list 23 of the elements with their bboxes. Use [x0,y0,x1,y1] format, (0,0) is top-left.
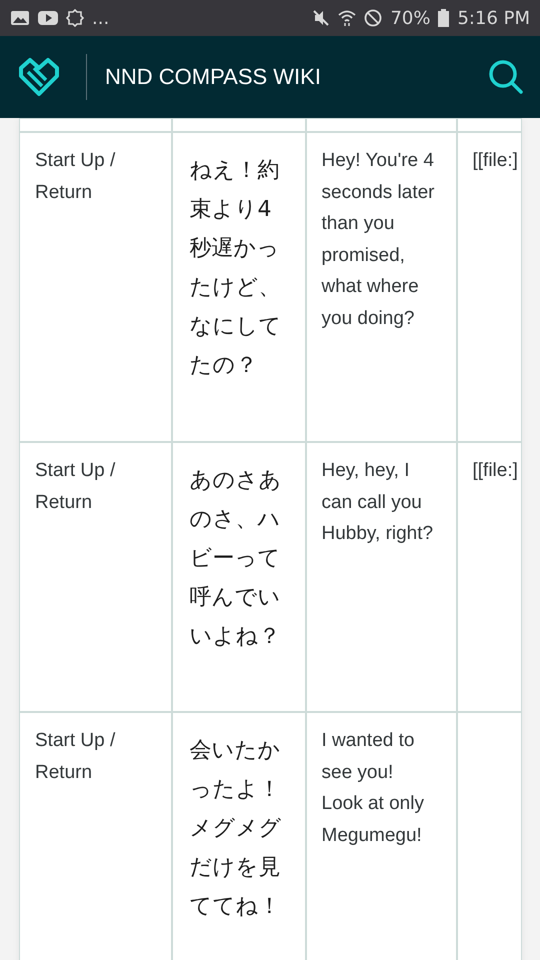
english-line-cell-text: I wanted to see you! Look at only Megumegu! [322,729,425,848]
japanese-line-cell-text: あのさあのさ、ハビーって呼んでいいよね？ [190,467,282,651]
play-icon [38,10,58,26]
clock: 5:16 PM [457,8,530,28]
heart-logo-icon [18,56,60,98]
trigger-cell-text: Start Up / Return [35,459,116,514]
battery-icon [438,9,450,27]
file-cell-text: [[file:] [472,149,519,173]
wifi-icon [338,9,356,27]
japanese-line-cell-text: ねえ！約束より4秒遅かったけど、なにしてたの？ [190,157,282,380]
mute-icon [312,9,330,27]
notification-overflow: ... [92,8,110,28]
site-title: NND COMPASS WIKI [105,64,322,90]
block-icon [364,9,382,27]
english-line-cell-text: Hey! You're 4 seconds later than you promised, what where you doing? [322,149,436,330]
search-icon[interactable] [488,59,524,95]
battery-percent: 70% [390,8,430,28]
trigger-cell-text: Start Up / Return [35,729,116,784]
japanese-line-cell-text: 会いたかったよ！メグメグだけを見ててね！ [190,737,282,921]
image-icon [10,9,30,27]
english-line-cell-text: Hey, hey, I can call you Hubby, right? [322,459,434,546]
file-cell-text: [[file:] [472,459,519,483]
trigger-cell-text: Start Up / Return [35,149,116,204]
